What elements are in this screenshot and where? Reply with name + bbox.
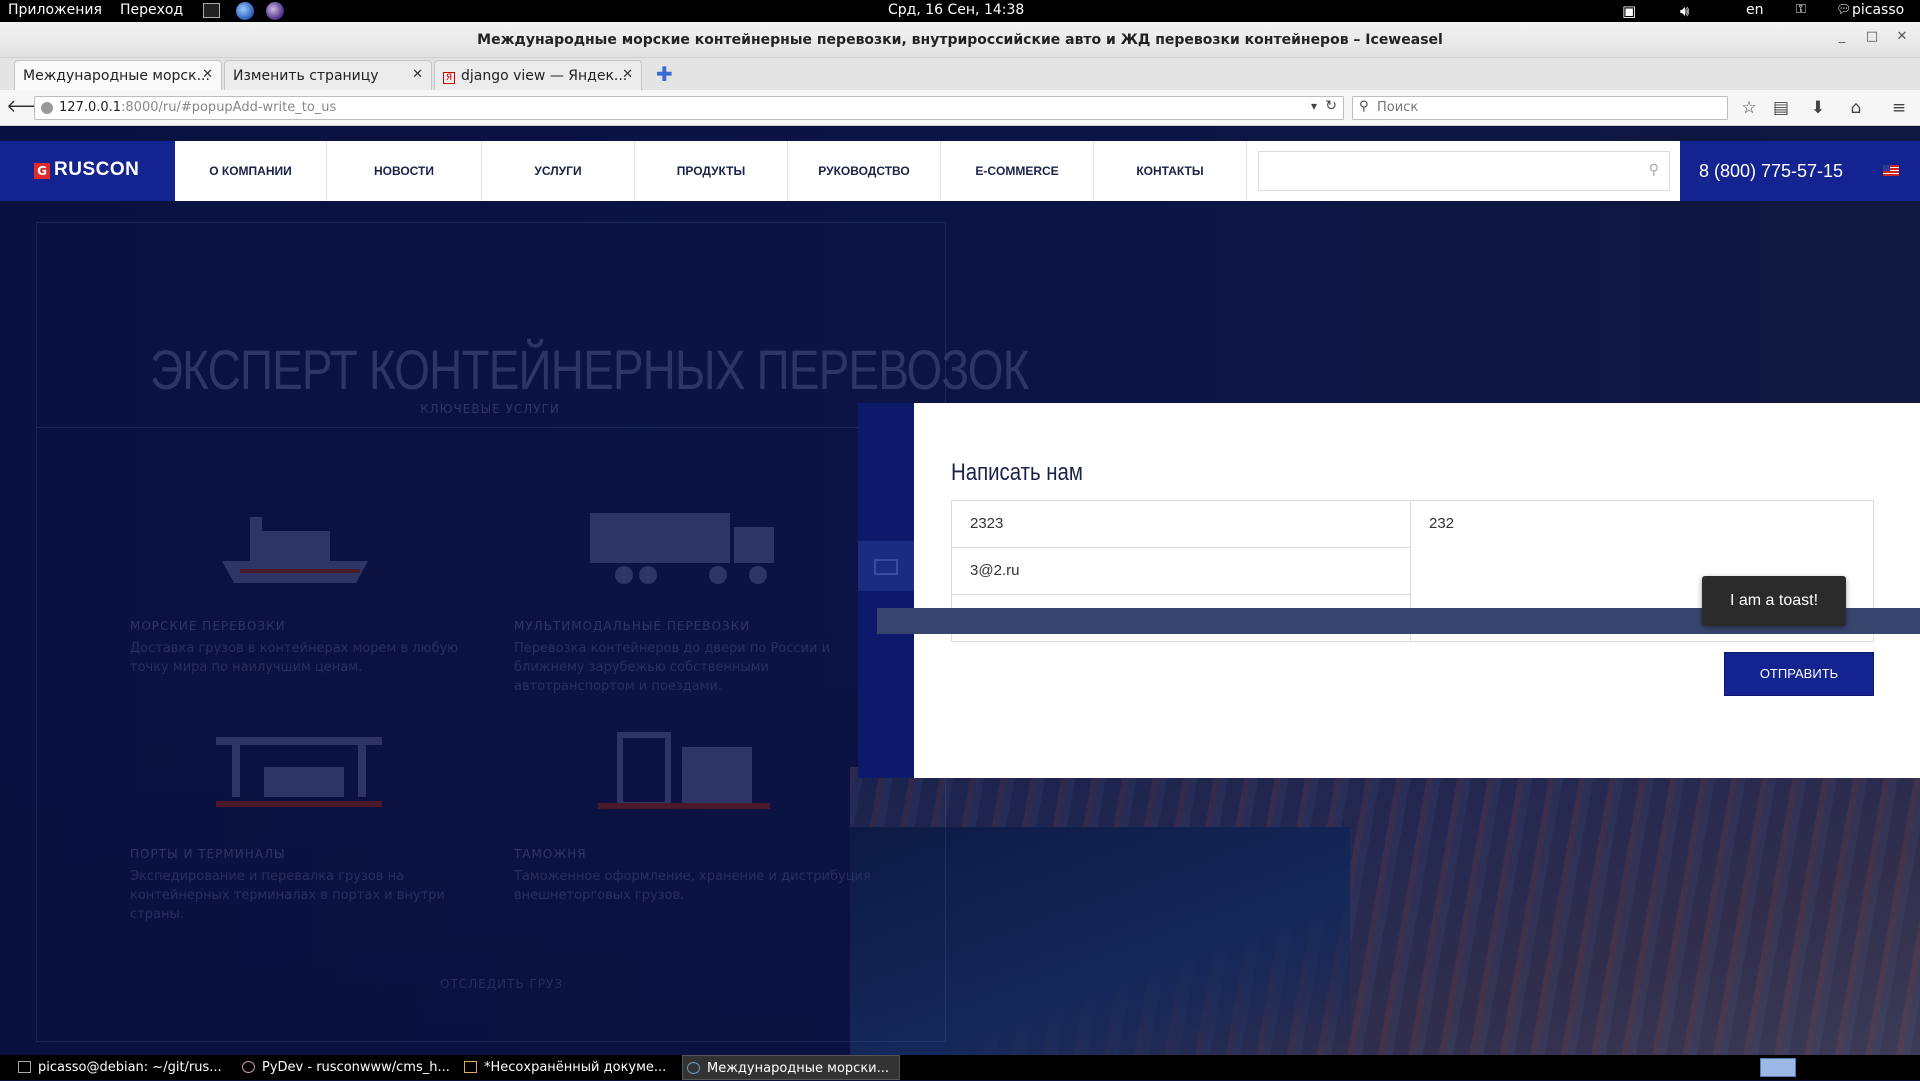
taskbar-item-browser[interactable]: Международные морски...	[682, 1055, 900, 1080]
browser-icon	[687, 1062, 700, 1074]
close-tab-icon[interactable]: ✕	[622, 67, 633, 82]
email-field[interactable]: 3@2.ru	[951, 547, 1411, 595]
send-button[interactable]: ОТПРАВИТЬ	[1724, 652, 1874, 696]
card-icon	[874, 559, 898, 575]
track-cargo-link[interactable]: ОТСЛЕДИТЬ ГРУЗ	[440, 977, 563, 991]
close-tab-icon[interactable]: ✕	[202, 67, 213, 82]
site-header: G RUSCON О КОМПАНИИ НОВОСТИ УСЛУГИ ПРОДУ…	[0, 141, 1920, 201]
nav-management[interactable]: РУКОВОДСТВО	[788, 141, 941, 201]
terminal-launcher-icon[interactable]	[203, 3, 220, 18]
eclipse-icon	[242, 1061, 255, 1073]
language-switch[interactable]	[1862, 141, 1920, 201]
search-input[interactable]: ⚲ Поиск	[1352, 96, 1728, 120]
tab-rusc[interactable]: Международные морск... ✕	[14, 60, 222, 90]
port-crane-icon	[216, 737, 382, 807]
hero-title: ЭКСПЕРТ КОНТЕЙНЕРНЫХ ПЕРЕВОЗОК	[150, 338, 1029, 401]
notes-icon[interactable]: ▣	[1622, 2, 1636, 20]
network-icon[interactable]: ⚿	[1796, 2, 1806, 17]
nav-ecommerce[interactable]: E-COMMERCE	[941, 141, 1094, 201]
us-flag-icon	[1883, 165, 1899, 176]
reload-icon[interactable]: ↻	[1325, 98, 1337, 114]
eclipse-launcher-icon[interactable]	[266, 2, 284, 20]
task-label: Международные морски...	[707, 1061, 890, 1076]
service-title[interactable]: ТАМОЖНЯ	[514, 847, 587, 861]
tab-edit-page[interactable]: Изменить страницу ✕	[224, 60, 432, 90]
truck-icon	[590, 513, 774, 584]
task-label: PyDev - rusconwww/cms_h...	[262, 1060, 450, 1075]
site-identity-icon[interactable]	[41, 102, 53, 114]
service-title[interactable]: МУЛЬТИМОДАЛЬНЫЕ ПЕРЕВОЗКИ	[514, 619, 750, 633]
ship-icon	[222, 517, 368, 583]
tab-label: Международные морск...	[23, 68, 210, 84]
home-icon[interactable]: ⌂	[1843, 96, 1869, 120]
service-description: Доставка грузов в контейнерах морем в лю…	[130, 641, 459, 675]
clock[interactable]: Срд, 16 Сен, 14:38	[888, 2, 1024, 18]
nav-products[interactable]: ПРОДУКТЫ	[635, 141, 788, 201]
top-panel: Приложения Переход Срд, 16 Сен, 14:38 ▣ …	[0, 0, 1920, 22]
site-search-input[interactable]: ⚲	[1258, 151, 1670, 191]
menu-icon[interactable]: ≡	[1886, 96, 1912, 120]
web-page: G RUSCON О КОМПАНИИ НОВОСТИ УСЛУГИ ПРОДУ…	[0, 127, 1920, 1055]
url-path: :8000/ru/#popupAdd-write_to_us	[121, 100, 337, 115]
tab-label: django view — Яндек...	[461, 68, 628, 84]
window-title: Международные морские контейнерные перев…	[477, 32, 1443, 48]
navigation-toolbar: 🡐 127.0.0.1:8000/ru/#popupAdd-write_to_u…	[0, 90, 1920, 126]
close-tab-icon[interactable]: ✕	[412, 67, 423, 82]
volume-icon[interactable]: 🔊︎	[1680, 2, 1689, 20]
download-icon[interactable]: ⬇	[1805, 96, 1831, 120]
applications-menu[interactable]: Приложения	[8, 2, 102, 18]
close-window-icon[interactable]: ✕	[1891, 28, 1913, 46]
task-label: picasso@debian: ~/git/rus...	[38, 1060, 222, 1075]
search-icon: ⚲	[1359, 99, 1369, 114]
logo-text: RUSCON	[54, 159, 140, 180]
back-arrow-icon[interactable]: 🡐	[6, 96, 54, 120]
chat-icon: 💬︎	[1836, 2, 1852, 16]
tab-label: Изменить страницу	[233, 68, 379, 84]
maximize-icon[interactable]: □	[1861, 28, 1883, 46]
search-icon[interactable]: ⚲	[1649, 162, 1659, 178]
hero-subtitle: КЛЮЧЕВЫЕ УСЛУГИ	[420, 402, 560, 416]
service-description: Перевозка контейнеров до двери по России…	[514, 641, 831, 694]
site-logo[interactable]: G RUSCON	[0, 141, 175, 201]
service-description: Экспедирование и перевалка грузов на кон…	[130, 869, 445, 922]
chevron-down-icon[interactable]: ▾	[1311, 99, 1317, 113]
taskbar-item-pydev[interactable]: PyDev - rusconwww/cms_h...	[238, 1055, 456, 1080]
divider	[36, 427, 896, 428]
service-description: Таможенное оформление, хранение и дистри…	[514, 869, 871, 903]
terminal-icon	[18, 1061, 31, 1073]
taskbar: picasso@debian: ~/git/rus... PyDev - rus…	[0, 1055, 1920, 1080]
minimize-icon[interactable]: _	[1831, 28, 1853, 46]
popup-title: Написать нам	[951, 459, 1083, 486]
user-menu[interactable]: picasso	[1852, 2, 1904, 18]
workspace-switcher[interactable]	[1760, 1058, 1796, 1077]
window-titlebar: Международные морские контейнерные перев…	[0, 22, 1920, 58]
nav-company[interactable]: О КОМПАНИИ	[175, 141, 327, 201]
keyboard-layout[interactable]: en	[1746, 2, 1764, 18]
yandex-favicon-icon: Я	[443, 72, 455, 84]
customs-icon	[598, 732, 770, 809]
name-field[interactable]: 2323	[951, 500, 1411, 548]
task-label: *Несохранённый докуме...	[484, 1060, 667, 1075]
bookmark-star-icon[interactable]: ☆	[1736, 96, 1762, 120]
nav-news[interactable]: НОВОСТИ	[327, 141, 482, 201]
logo-mark: G	[34, 163, 50, 179]
toast-notification: I am a toast!	[1702, 576, 1846, 626]
text-editor-icon	[464, 1061, 477, 1073]
nav-contacts[interactable]: КОНТАКТЫ	[1094, 141, 1247, 201]
service-title[interactable]: ПОРТЫ И ТЕРМИНАЛЫ	[130, 847, 286, 861]
taskbar-item-terminal[interactable]: picasso@debian: ~/git/rus...	[14, 1055, 232, 1080]
search-placeholder: Поиск	[1377, 100, 1419, 115]
phone-number[interactable]: 8 (800) 775-57-15	[1680, 141, 1862, 201]
places-menu[interactable]: Переход	[120, 2, 183, 18]
bookmarks-list-icon[interactable]: ▤	[1768, 96, 1794, 120]
tab-yandex[interactable]: Яdjango view — Яндек... ✕	[434, 60, 642, 90]
nav-services[interactable]: УСЛУГИ	[482, 141, 635, 201]
url-host: 127.0.0.1	[59, 100, 122, 115]
service-title[interactable]: МОРСКИЕ ПЕРЕВОЗКИ	[130, 619, 286, 633]
taskbar-item-editor[interactable]: *Несохранённый докуме...	[460, 1055, 678, 1080]
new-tab-icon[interactable]: ✚	[656, 62, 673, 86]
browser-launcher-icon[interactable]	[236, 2, 254, 20]
url-bar[interactable]: 127.0.0.1:8000/ru/#popupAdd-write_to_us …	[34, 96, 1344, 120]
tab-strip: Международные морск... ✕ Изменить страни…	[0, 58, 1920, 90]
